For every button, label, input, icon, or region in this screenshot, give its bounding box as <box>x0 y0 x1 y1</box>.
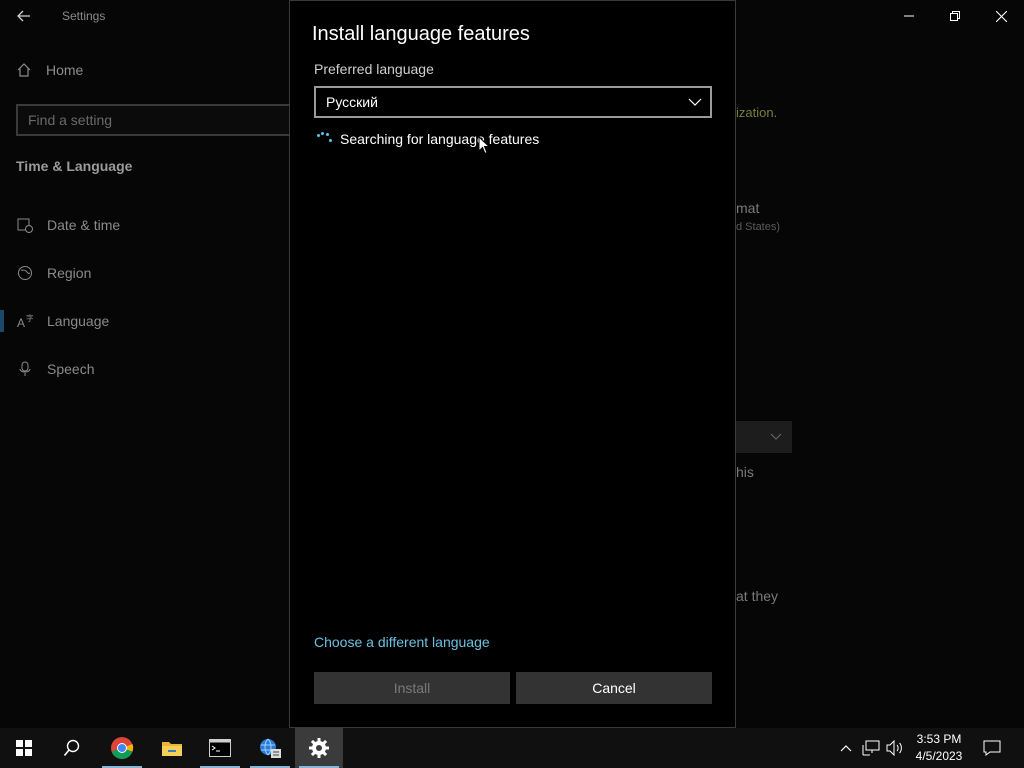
selected-language-value: Русский <box>326 94 378 110</box>
sidebar-item-speech[interactable]: Speech <box>16 360 94 377</box>
background-text-fragment-this: his <box>736 464 754 480</box>
search-status: Searching for language features <box>316 131 539 147</box>
preferred-language-label: Preferred language <box>314 61 434 77</box>
search-status-text: Searching for language features <box>340 131 540 147</box>
command-prompt-icon <box>209 739 231 757</box>
sidebar-item-label: Region <box>47 264 92 281</box>
sidebar-item-home[interactable]: Home <box>16 62 83 78</box>
taskbar: 3:53 PM 4/5/2023 <box>0 728 1024 768</box>
back-button[interactable] <box>10 4 38 28</box>
close-icon <box>995 10 1007 22</box>
install-language-dialog: Install language features Preferred lang… <box>289 0 736 728</box>
globe-network-icon <box>260 738 281 758</box>
taskbar-search-button[interactable] <box>48 728 96 768</box>
app-title: Settings <box>62 9 106 23</box>
chevron-down-icon <box>770 433 782 440</box>
back-arrow-icon <box>17 10 30 22</box>
section-title: Time & Language <box>16 158 133 174</box>
chevron-down-icon <box>688 98 702 106</box>
dialog-title: Install language features <box>312 23 530 45</box>
volume-tray-button[interactable] <box>884 728 906 768</box>
notification-icon <box>983 740 1001 756</box>
background-format-fragment: mat <box>736 200 760 216</box>
network-tray-button[interactable] <box>860 728 882 768</box>
cancel-button[interactable]: Cancel <box>516 672 712 704</box>
minimize-icon <box>904 15 914 17</box>
mouse-cursor-icon <box>478 135 491 160</box>
taskbar-chrome[interactable] <box>98 728 146 768</box>
sidebar-item-label: Date & time <box>47 216 121 233</box>
action-center-button[interactable] <box>976 728 1008 768</box>
network-icon <box>862 740 880 756</box>
background-link-fragment[interactable]: ization. <box>736 105 777 120</box>
background-text-fragment-they: at they <box>736 588 779 604</box>
sidebar-item-date-time[interactable]: Date & time <box>16 216 120 233</box>
taskbar-settings[interactable] <box>295 728 343 768</box>
date-time-icon <box>16 216 33 233</box>
sidebar-item-label: Language <box>47 312 110 329</box>
microphone-icon <box>16 360 33 377</box>
start-button[interactable] <box>0 728 48 768</box>
choose-different-language-link[interactable]: Choose a different language <box>314 634 490 650</box>
home-icon <box>17 63 31 77</box>
gear-icon <box>309 738 329 758</box>
taskbar-network-app[interactable] <box>246 728 294 768</box>
clock-time: 3:53 PM <box>916 732 962 746</box>
chrome-icon <box>111 737 134 759</box>
search-icon <box>63 739 80 757</box>
svg-text:字: 字 <box>26 313 33 323</box>
region-icon <box>16 264 33 281</box>
selected-indicator <box>0 310 4 332</box>
background-format-sub-fragment: d States) <box>736 221 781 233</box>
minimize-button[interactable] <box>886 0 932 32</box>
taskbar-file-explorer[interactable] <box>148 728 196 768</box>
sidebar-item-language[interactable]: A字 Language <box>16 312 110 329</box>
folder-icon <box>162 742 182 756</box>
language-select[interactable]: Русский <box>314 86 712 118</box>
search-input[interactable] <box>18 106 304 134</box>
search-box[interactable] <box>16 104 306 136</box>
install-button[interactable]: Install <box>314 672 510 704</box>
restore-icon <box>950 11 960 21</box>
restore-button[interactable] <box>932 0 978 32</box>
sidebar-item-region[interactable]: Region <box>16 264 91 281</box>
taskbar-clock[interactable]: 3:53 PM 4/5/2023 <box>908 731 970 765</box>
chevron-up-icon <box>840 745 852 752</box>
background-dropdown[interactable] <box>736 421 792 453</box>
clock-date: 4/5/2023 <box>915 749 963 763</box>
speaker-icon <box>886 740 902 756</box>
loading-spinner-icon <box>316 131 332 147</box>
close-button[interactable] <box>978 0 1024 32</box>
taskbar-command-prompt[interactable] <box>196 728 244 768</box>
sidebar-item-label: Speech <box>47 360 95 377</box>
home-label: Home <box>46 62 84 78</box>
svg-text:A: A <box>17 316 25 329</box>
show-hidden-icons-button[interactable] <box>836 728 856 768</box>
windows-logo-icon <box>16 740 32 756</box>
language-icon: A字 <box>16 312 33 329</box>
sidebar: Home Time & Language Date & time Region … <box>0 32 306 728</box>
